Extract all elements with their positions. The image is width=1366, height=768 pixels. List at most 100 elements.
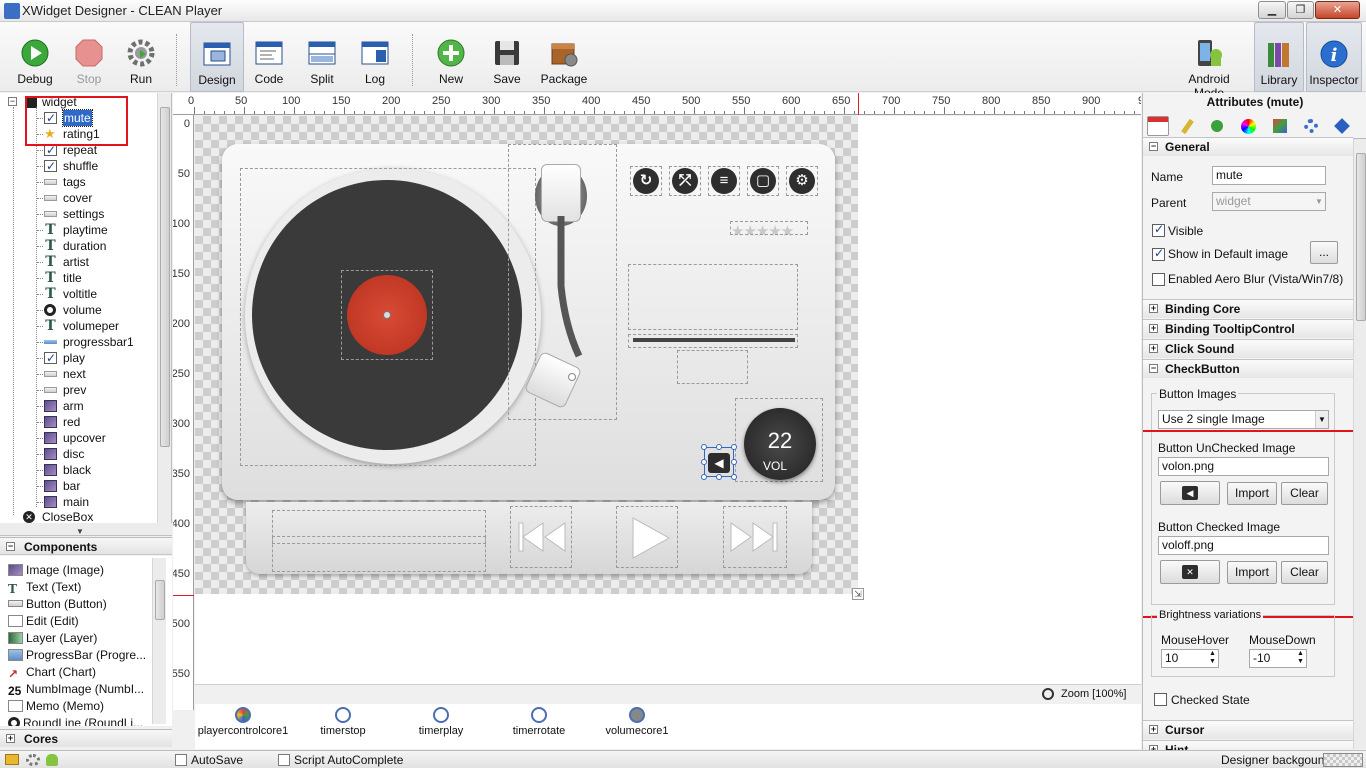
selection-handle[interactable] bbox=[701, 474, 707, 480]
inspector-scrollbar[interactable] bbox=[1353, 139, 1366, 749]
code-tab[interactable]: Code bbox=[246, 22, 292, 92]
package-button[interactable]: Package bbox=[538, 22, 590, 92]
zoom-magnifier-icon[interactable] bbox=[1042, 688, 1054, 700]
nonvisual-item[interactable]: playercontrolcore1 bbox=[195, 704, 291, 737]
split-tab[interactable]: Split bbox=[299, 22, 345, 92]
component-item[interactable]: Layer (Layer) bbox=[8, 630, 97, 647]
selection-handle[interactable] bbox=[701, 459, 707, 465]
selection-handle[interactable] bbox=[716, 474, 722, 480]
section-binding-tooltip[interactable]: + Binding TooltipControl bbox=[1143, 319, 1353, 338]
widget-design-area[interactable]: ↻ ⤱ ≡ ▢ ⚙ ★★★★★ 22 VOL ◀ bbox=[195, 116, 858, 594]
tree-item-progressbar1[interactable]: progressbar1 bbox=[0, 334, 160, 350]
components-collapse-icon[interactable]: − bbox=[6, 542, 15, 551]
calendar-tab-icon[interactable] bbox=[1147, 116, 1169, 136]
tree-item-next[interactable]: next bbox=[0, 366, 160, 382]
repeat-icon[interactable]: ↻ bbox=[633, 168, 659, 194]
nonvisual-item[interactable]: timerrotate bbox=[491, 704, 587, 737]
design-canvas[interactable]: ↻ ⤱ ≡ ▢ ⚙ ★★★★★ 22 VOL ◀ ⇲ bbox=[195, 116, 1141, 684]
nonvisual-item[interactable]: timerstop bbox=[295, 704, 391, 737]
shuffle-icon[interactable]: ⤱ bbox=[672, 168, 698, 194]
selection-handle[interactable] bbox=[731, 474, 737, 480]
tree-item-play[interactable]: play bbox=[0, 350, 160, 366]
mousedown-spinner-icon[interactable]: ▲ ▼ bbox=[1295, 650, 1306, 667]
selection-handle[interactable] bbox=[731, 459, 737, 465]
resize-grip-icon[interactable]: ⇲ bbox=[852, 588, 864, 600]
tree-item-tags[interactable]: tags bbox=[0, 174, 160, 190]
section-hint[interactable]: + Hint bbox=[1143, 740, 1353, 750]
tree-item-main[interactable]: main bbox=[0, 494, 160, 510]
cube-tab-icon[interactable] bbox=[1269, 116, 1291, 136]
section-checkbutton[interactable]: − CheckButton bbox=[1143, 359, 1353, 378]
next-icon[interactable] bbox=[729, 520, 779, 554]
tree-scroll-thumb[interactable] bbox=[160, 107, 170, 447]
speaker-icon[interactable]: ◀ bbox=[708, 453, 730, 473]
maximize-button[interactable]: ❐ bbox=[1287, 1, 1314, 19]
section-general[interactable]: − General bbox=[1143, 137, 1353, 156]
tree-item-upcover[interactable]: upcover bbox=[0, 430, 160, 446]
designer-background-swatch[interactable] bbox=[1323, 753, 1363, 767]
autosave-checkbox[interactable] bbox=[175, 754, 187, 766]
cores-header[interactable]: + Cores bbox=[0, 729, 172, 747]
tree-item-voltitle[interactable]: Tvoltitle bbox=[0, 286, 160, 302]
inspector-scroll-thumb[interactable] bbox=[1356, 153, 1366, 321]
tree-item-prev[interactable]: prev bbox=[0, 382, 160, 398]
visible-checkbox[interactable] bbox=[1152, 222, 1165, 237]
section-cursor[interactable]: + Cursor bbox=[1143, 720, 1353, 739]
library-tab[interactable]: Library bbox=[1254, 22, 1304, 92]
component-item[interactable]: 25 NumbImage (NumbI... bbox=[8, 681, 144, 698]
shapes-tab-icon[interactable] bbox=[1207, 116, 1229, 136]
parent-select[interactable]: widget bbox=[1212, 192, 1326, 211]
debug-button[interactable]: Debug bbox=[12, 22, 58, 92]
parent-dropdown-icon[interactable]: ▼ bbox=[1313, 193, 1325, 210]
tree-item-closebox[interactable]: ✕ CloseBox bbox=[0, 509, 160, 523]
run-button[interactable]: Run bbox=[118, 22, 164, 92]
tree-item-settings[interactable]: settings bbox=[0, 206, 160, 222]
component-item[interactable]: T Text (Text) bbox=[8, 579, 81, 596]
zoom-level[interactable]: Zoom [100%] bbox=[1061, 688, 1126, 700]
section-binding-core[interactable]: + Binding Core bbox=[1143, 299, 1353, 318]
play-icon[interactable] bbox=[629, 516, 673, 560]
tree-item-volume[interactable]: volume bbox=[0, 302, 160, 318]
panel-splitter[interactable]: ▼ bbox=[0, 523, 172, 536]
selection-handle[interactable] bbox=[731, 444, 737, 450]
click-sound-expand-icon[interactable]: + bbox=[1149, 344, 1158, 353]
tree-item-title[interactable]: Ttitle bbox=[0, 270, 160, 286]
save-button[interactable]: Save bbox=[484, 22, 530, 92]
tags-icon[interactable]: ≡ bbox=[711, 168, 737, 194]
settings-gears-icon[interactable] bbox=[26, 754, 40, 766]
tree-item-black[interactable]: black bbox=[0, 462, 160, 478]
cover-icon[interactable]: ▢ bbox=[750, 168, 776, 194]
component-item[interactable]: ProgressBar (Progre... bbox=[8, 647, 146, 664]
component-item[interactable]: Button (Button) bbox=[8, 596, 107, 613]
tree-scrollbar[interactable] bbox=[157, 93, 171, 523]
close-button[interactable]: ✕ bbox=[1315, 1, 1360, 19]
nonvisual-item[interactable]: volumecore1 bbox=[589, 704, 685, 737]
tree-item-shuffle[interactable]: shuffle bbox=[0, 158, 160, 174]
gear-blue-tab-icon[interactable] bbox=[1300, 116, 1322, 136]
tree-item-duration[interactable]: Tduration bbox=[0, 238, 160, 254]
design-tab[interactable]: Design bbox=[190, 22, 244, 92]
tree-item-playtime[interactable]: Tplaytime bbox=[0, 222, 160, 238]
android-mode-button[interactable]: Android Mode bbox=[1172, 22, 1246, 100]
cursor-expand-icon[interactable]: + bbox=[1149, 725, 1158, 734]
show-default-checkbox[interactable] bbox=[1152, 246, 1165, 261]
log-tab[interactable]: Log bbox=[352, 22, 398, 92]
component-item[interactable]: Edit (Edit) bbox=[8, 613, 79, 630]
aero-checkbox[interactable] bbox=[1152, 273, 1165, 286]
stop-button[interactable]: Stop bbox=[66, 22, 112, 92]
components-scroll-thumb[interactable] bbox=[155, 580, 165, 620]
minimize-button[interactable]: ▁ bbox=[1258, 1, 1286, 19]
component-item[interactable]: ↗ Chart (Chart) bbox=[8, 664, 96, 681]
selection-handle[interactable] bbox=[716, 444, 722, 450]
components-scrollbar[interactable] bbox=[152, 558, 166, 724]
show-default-ellipsis-button[interactable]: ... bbox=[1310, 241, 1338, 264]
name-input[interactable]: mute bbox=[1212, 166, 1326, 185]
box-blue-tab-icon[interactable] bbox=[1331, 116, 1353, 136]
components-header[interactable]: − Components bbox=[0, 537, 172, 555]
tree-item-bar[interactable]: bar bbox=[0, 478, 160, 494]
android-icon[interactable] bbox=[46, 754, 58, 766]
selection-handle[interactable] bbox=[701, 444, 707, 450]
progressbar1[interactable] bbox=[633, 338, 795, 342]
tree-item-artist[interactable]: Tartist bbox=[0, 254, 160, 270]
button-images-dropdown-icon[interactable]: ▼ bbox=[1315, 411, 1328, 428]
